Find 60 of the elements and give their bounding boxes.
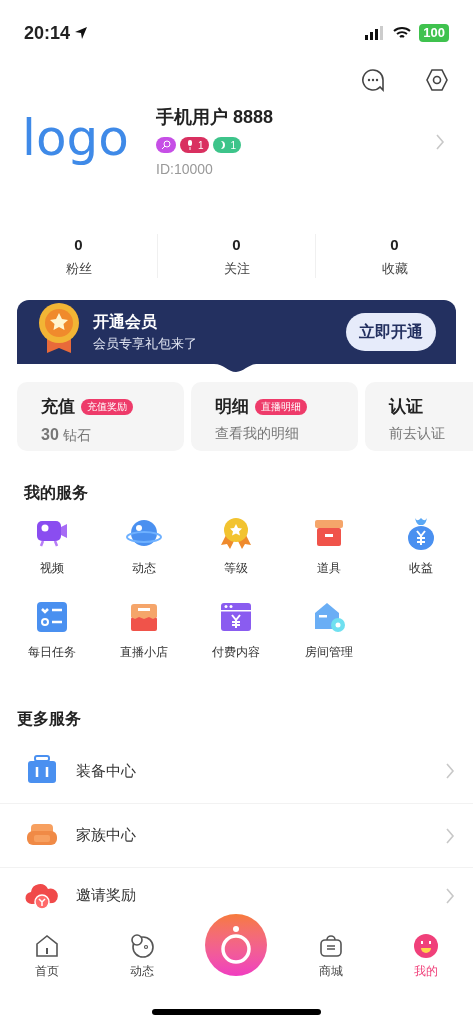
user-id: ID:10000 bbox=[156, 160, 214, 179]
chevron-right-icon bbox=[445, 886, 455, 905]
card-title: 明细 bbox=[215, 396, 249, 418]
shortcut-card[interactable]: 明细 直播明细 查看我的明细 bbox=[191, 382, 358, 451]
service-row[interactable]: 邀请奖励 bbox=[0, 867, 473, 913]
section-title: 更多服务 bbox=[17, 710, 81, 727]
activate-button[interactable]: 立即开通 bbox=[346, 313, 436, 351]
service-item[interactable]: 视频 bbox=[6, 515, 99, 577]
vip-subtitle: 会员专享礼包来了 bbox=[93, 335, 198, 354]
battery-indicator: 100 bbox=[419, 24, 449, 42]
chat-bubble-icon[interactable] bbox=[361, 68, 385, 92]
service-item[interactable]: 直播小店 bbox=[98, 599, 191, 661]
stat-value: 0 bbox=[232, 235, 241, 255]
service-item[interactable]: 动态 bbox=[98, 515, 191, 577]
card-subtitle: 30 钻石 bbox=[41, 424, 92, 445]
service-row[interactable]: 装备中心 bbox=[0, 739, 473, 803]
card-title: 充值 bbox=[41, 396, 75, 418]
service-row[interactable]: 家族中心 bbox=[0, 803, 473, 867]
signal-icon bbox=[365, 26, 386, 40]
tab-item[interactable]: 我的 bbox=[378, 933, 473, 980]
section-title: 我的服务 bbox=[24, 484, 88, 501]
shortcut-card[interactable]: 充值 充值奖励 30 钻石 bbox=[17, 382, 184, 451]
chevron-right-icon bbox=[445, 762, 455, 780]
user-name: 手机用户 8888 bbox=[156, 106, 275, 129]
smiley-icon bbox=[412, 933, 439, 959]
stat-label: 粉丝 bbox=[65, 259, 92, 278]
card-subtitle: 查看我的明细 bbox=[215, 423, 300, 443]
service-item[interactable]: 每日任务 bbox=[6, 599, 99, 661]
service-item[interactable]: 收益 bbox=[374, 515, 467, 577]
logo: logo bbox=[22, 113, 130, 163]
stat-value: 0 bbox=[390, 235, 399, 255]
tab-item[interactable]: 首页 bbox=[0, 933, 95, 980]
service-item[interactable]: 房间管理 bbox=[282, 599, 375, 661]
user-badge: 1 bbox=[212, 137, 242, 153]
chevron-right-icon bbox=[445, 826, 455, 845]
wifi-icon bbox=[393, 26, 412, 40]
banner-notch bbox=[214, 364, 258, 372]
search-icon bbox=[161, 140, 171, 150]
service-item[interactable]: 道具 bbox=[282, 515, 375, 577]
user-badge: 1 bbox=[180, 137, 209, 153]
shopping-basket-icon bbox=[318, 933, 345, 959]
vip-title: 开通会员 bbox=[93, 312, 158, 333]
stat-label: 关注 bbox=[223, 259, 250, 278]
card-title: 认证 bbox=[389, 396, 423, 418]
status-time: 20:14 bbox=[24, 21, 71, 45]
service-item[interactable]: 等级 bbox=[190, 515, 283, 577]
card-tag: 充值奖励 bbox=[81, 398, 133, 415]
card-subtitle: 前去认证 bbox=[389, 423, 446, 443]
home-icon bbox=[34, 933, 61, 959]
stat-label: 收藏 bbox=[381, 259, 408, 278]
planet-icon bbox=[128, 933, 155, 959]
location-arrow-icon bbox=[74, 26, 89, 40]
settings-icon[interactable] bbox=[425, 68, 449, 92]
shortcut-card[interactable]: 认证 前去认证 bbox=[365, 382, 473, 451]
chevron-right-icon bbox=[435, 133, 445, 151]
stat-value: 0 bbox=[74, 235, 83, 255]
card-tag: 直播明细 bbox=[255, 398, 307, 415]
tab-item[interactable]: 商城 bbox=[283, 933, 379, 980]
tab-item[interactable]: 动态 bbox=[94, 933, 190, 980]
service-item[interactable]: 付费内容 bbox=[190, 599, 283, 661]
